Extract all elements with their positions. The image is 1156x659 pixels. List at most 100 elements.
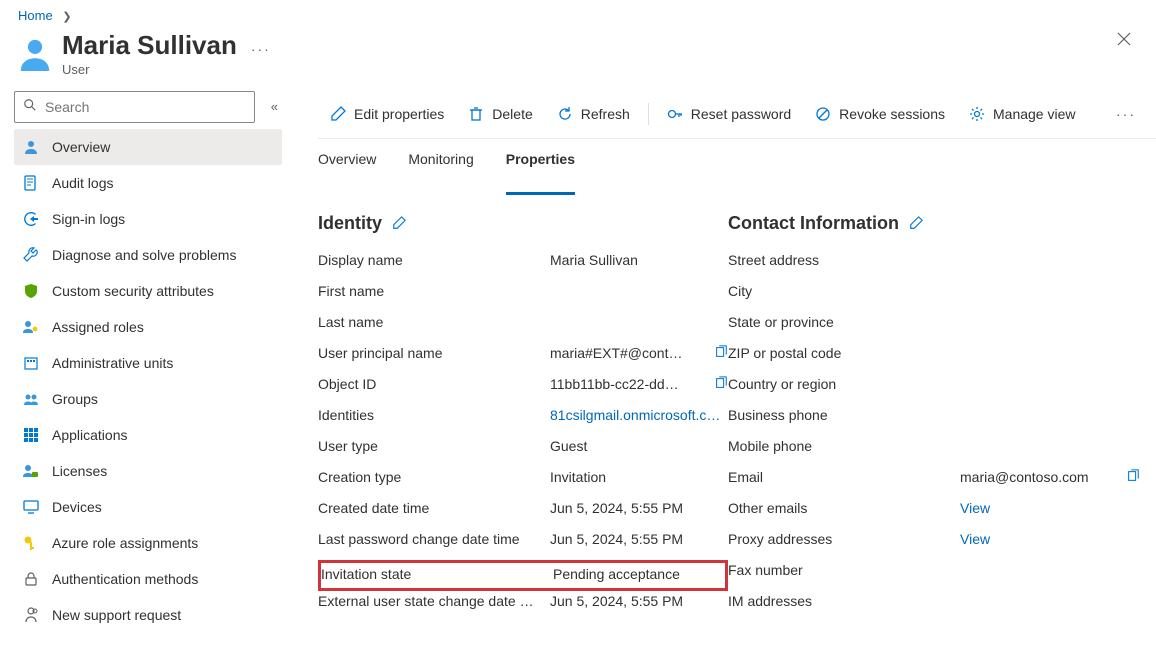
- row-identities: Identities 81csilgmail.onmicrosoft.com: [318, 405, 728, 436]
- row-display-name: Display nameMaria Sullivan: [318, 250, 728, 281]
- tab-properties[interactable]: Properties: [506, 151, 575, 195]
- shield-icon: [22, 282, 40, 300]
- sidebar-item-licenses[interactable]: Licenses: [14, 453, 282, 489]
- sidebar-item-assigned-roles[interactable]: Assigned roles: [14, 309, 282, 345]
- sidebar-item-custom-security[interactable]: Custom security attributes: [14, 273, 282, 309]
- user-icon: [22, 138, 40, 156]
- row-upn: User principal name maria#EXT#@cont…: [318, 343, 728, 374]
- sidebar-item-diagnose[interactable]: Diagnose and solve problems: [14, 237, 282, 273]
- sidebar-item-label: Audit logs: [52, 175, 113, 191]
- chevron-right-icon: ❯: [62, 11, 71, 23]
- row-business-phone: Business phone: [728, 405, 1156, 436]
- toolbar-separator: [648, 103, 649, 125]
- view-link[interactable]: View: [960, 500, 1156, 516]
- section-title: Contact Information: [728, 213, 899, 234]
- reset-password-button[interactable]: Reset password: [655, 91, 803, 138]
- revoke-sessions-button[interactable]: Revoke sessions: [803, 91, 957, 138]
- collapse-sidebar-button[interactable]: «: [267, 95, 282, 118]
- sidebar-item-groups[interactable]: Groups: [14, 381, 282, 417]
- label: Mobile phone: [728, 438, 960, 454]
- copy-icon[interactable]: [714, 345, 728, 359]
- edit-icon[interactable]: [909, 216, 923, 230]
- value: maria#EXT#@cont…: [550, 345, 710, 361]
- label: Creation type: [318, 469, 550, 485]
- row-street: Street address: [728, 250, 1156, 281]
- label: State or province: [728, 314, 960, 330]
- view-link[interactable]: View: [960, 531, 1156, 547]
- sidebar-item-label: Licenses: [52, 463, 107, 479]
- label: IM addresses: [728, 593, 960, 609]
- sidebar-item-overview[interactable]: Overview: [14, 129, 282, 165]
- label: Proxy addresses: [728, 531, 960, 547]
- label: Fax number: [728, 562, 960, 578]
- sidebar-item-label: Custom security attributes: [52, 283, 214, 299]
- building-icon: [22, 354, 40, 372]
- label: ZIP or postal code: [728, 345, 960, 361]
- toolbar-label: Manage view: [993, 106, 1076, 122]
- row-state: State or province: [728, 312, 1156, 343]
- sidebar-item-support[interactable]: New support request: [14, 597, 282, 633]
- manage-view-button[interactable]: Manage view: [957, 91, 1088, 138]
- edit-icon[interactable]: [392, 216, 406, 230]
- row-city: City: [728, 281, 1156, 312]
- label: Street address: [728, 252, 960, 268]
- row-invitation-state: Invitation statePending acceptance: [318, 560, 728, 591]
- copy-icon[interactable]: [1126, 469, 1140, 483]
- row-created: Created date timeJun 5, 2024, 5:55 PM: [318, 498, 728, 529]
- toolbar-label: Reset password: [691, 106, 791, 122]
- page-subtitle: User: [62, 62, 237, 77]
- user-icon: [18, 31, 52, 74]
- tab-monitoring[interactable]: Monitoring: [408, 151, 473, 195]
- sidebar-item-signin-logs[interactable]: Sign-in logs: [14, 201, 282, 237]
- refresh-button[interactable]: Refresh: [545, 91, 642, 138]
- label: Created date time: [318, 500, 550, 516]
- toolbar-more-button[interactable]: ···: [1116, 106, 1136, 122]
- tab-overview[interactable]: Overview: [318, 151, 376, 195]
- close-button[interactable]: [1110, 25, 1138, 58]
- toolbar-label: Revoke sessions: [839, 106, 945, 122]
- role-icon: [22, 318, 40, 336]
- toolbar-label: Delete: [492, 106, 532, 122]
- copy-icon[interactable]: [714, 376, 728, 390]
- value: Invitation: [550, 469, 728, 485]
- value-link[interactable]: 81csilgmail.onmicrosoft.com: [550, 407, 728, 423]
- label: Email: [728, 469, 960, 485]
- sidebar-item-label: Overview: [52, 139, 110, 155]
- sidebar-item-label: Diagnose and solve problems: [52, 247, 236, 263]
- sidebar-item-devices[interactable]: Devices: [14, 489, 282, 525]
- row-email: Email maria@contoso.com: [728, 467, 1156, 498]
- sidebar-item-admin-units[interactable]: Administrative units: [14, 345, 282, 381]
- value: Maria Sullivan: [550, 252, 728, 268]
- lock-icon: [22, 570, 40, 588]
- sidebar-item-audit-logs[interactable]: Audit logs: [14, 165, 282, 201]
- toolbar-label: Edit properties: [354, 106, 444, 122]
- value: Pending acceptance: [553, 566, 725, 582]
- search-input-wrapper[interactable]: [14, 91, 255, 123]
- header-more-button[interactable]: ···: [251, 41, 271, 57]
- tabs: Overview Monitoring Properties: [318, 151, 1156, 195]
- label: External user state change date …: [318, 593, 550, 609]
- breadcrumb-home[interactable]: Home: [18, 8, 53, 23]
- sidebar-item-label: Administrative units: [52, 355, 173, 371]
- label: Other emails: [728, 500, 960, 516]
- row-creation-type: Creation typeInvitation: [318, 467, 728, 498]
- edit-properties-button[interactable]: Edit properties: [318, 91, 456, 138]
- label: Display name: [318, 252, 550, 268]
- section-title: Identity: [318, 213, 382, 234]
- search-input[interactable]: [43, 98, 246, 116]
- sidebar-item-azure-roles[interactable]: Azure role assignments: [14, 525, 282, 561]
- search-icon: [23, 98, 37, 115]
- sidebar-item-label: New support request: [52, 607, 181, 623]
- sidebar-item-auth-methods[interactable]: Authentication methods: [14, 561, 282, 597]
- label: Last password change date time: [318, 531, 550, 547]
- row-first-name: First name: [318, 281, 728, 312]
- row-other-emails: Other emailsView: [728, 498, 1156, 529]
- identity-section: Identity Display nameMaria Sullivan Firs…: [318, 213, 728, 658]
- row-user-type: User typeGuest: [318, 436, 728, 467]
- toolbar-label: Refresh: [581, 106, 630, 122]
- label: Business phone: [728, 407, 960, 423]
- delete-button[interactable]: Delete: [456, 91, 544, 138]
- identity-heading: Identity: [318, 213, 728, 234]
- sidebar-item-applications[interactable]: Applications: [14, 417, 282, 453]
- row-fax: Fax number: [728, 560, 1156, 591]
